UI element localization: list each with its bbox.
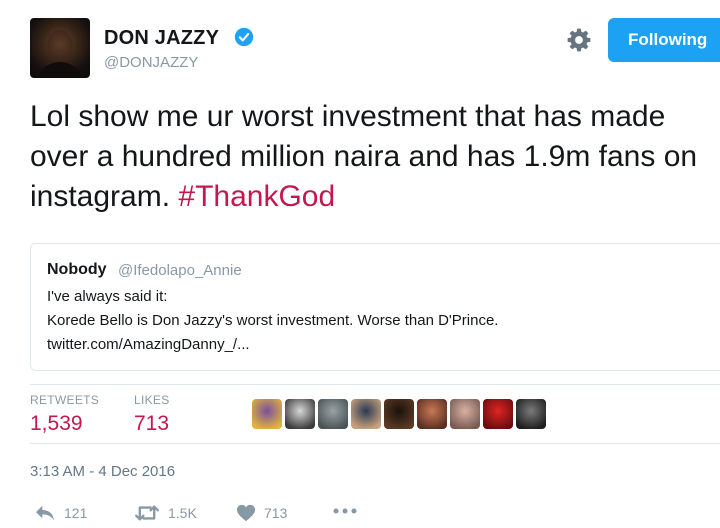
like-button[interactable]: 713 xyxy=(236,504,287,522)
quoted-link[interactable]: twitter.com/AmazingDanny_/... xyxy=(47,336,250,353)
tweet-body: Lol show me ur worst investment that has… xyxy=(30,100,698,213)
quoted-text-line-2: Korede Bello is Don Jazzy's worst invest… xyxy=(47,312,499,329)
gear-icon[interactable] xyxy=(566,27,592,53)
likes-count[interactable]: 713 xyxy=(134,412,169,436)
retweet-button[interactable]: 1.5K xyxy=(134,504,197,522)
liker-avatar-8[interactable] xyxy=(483,399,513,429)
liker-avatar-3[interactable] xyxy=(318,399,348,429)
reply-button[interactable]: 121 xyxy=(34,504,87,522)
avatar-face xyxy=(47,30,73,62)
following-button[interactable]: Following xyxy=(608,18,720,62)
more-icon xyxy=(333,508,357,514)
like-count: 713 xyxy=(264,505,288,521)
quoted-text-line-1: I've always said it: xyxy=(47,288,168,305)
heart-icon xyxy=(237,504,255,522)
liker-avatar-6[interactable] xyxy=(417,399,447,429)
author-avatar[interactable] xyxy=(30,18,90,78)
author-handle[interactable]: @DONJAZZY xyxy=(104,54,198,71)
retweets-count[interactable]: 1,539 xyxy=(30,412,83,436)
hashtag-link[interactable]: #ThankGod xyxy=(178,180,335,213)
stats-divider-top xyxy=(30,384,720,385)
liker-avatar-5[interactable] xyxy=(384,399,414,429)
liker-avatar-9[interactable] xyxy=(516,399,546,429)
liker-avatar-4[interactable] xyxy=(351,399,381,429)
liker-avatar-1[interactable] xyxy=(252,399,282,429)
stats-divider-bottom xyxy=(30,443,720,444)
reply-count: 121 xyxy=(64,505,88,521)
verified-badge-icon xyxy=(234,27,254,47)
retweet-count: 1.5K xyxy=(168,505,197,521)
reply-icon xyxy=(36,505,54,521)
retweet-icon xyxy=(135,505,159,521)
author-name[interactable]: DON JAZZY xyxy=(104,27,219,50)
liker-avatar-2[interactable] xyxy=(285,399,315,429)
quoted-author-name: Nobody xyxy=(47,261,107,278)
tweet-text: Lol show me ur worst investment that has… xyxy=(30,97,710,217)
liker-avatar-7[interactable] xyxy=(450,399,480,429)
quoted-author-handle: @Ifedolapo_Annie xyxy=(118,262,242,279)
more-button[interactable] xyxy=(333,507,357,515)
avatar-shoulders xyxy=(36,62,84,78)
liker-avatars xyxy=(252,399,546,429)
tweet-timestamp[interactable]: 3:13 AM - 4 Dec 2016 xyxy=(30,463,175,480)
retweets-label[interactable]: RETWEETS xyxy=(30,393,99,407)
likes-label[interactable]: LIKES xyxy=(134,393,170,407)
